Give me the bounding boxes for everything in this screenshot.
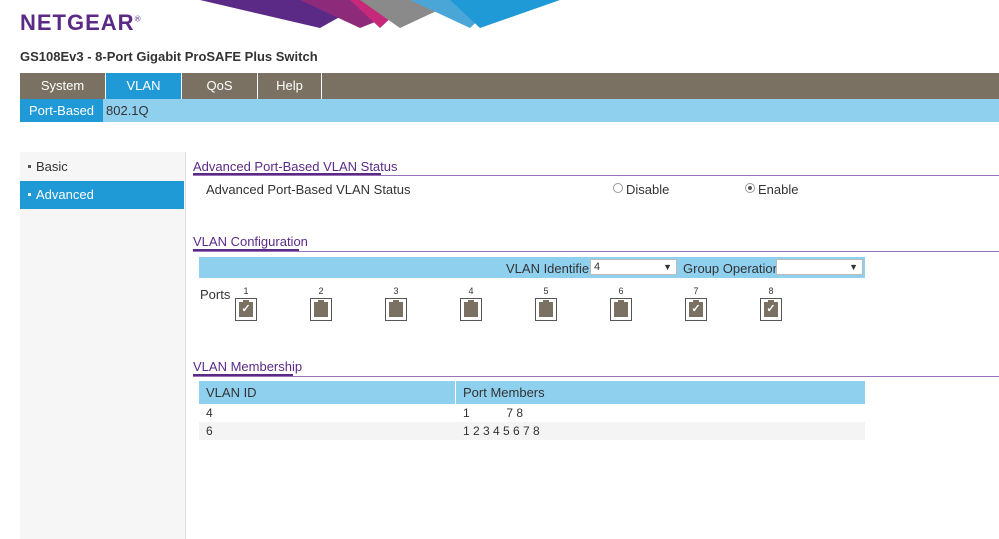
vlan-config-bar: VLAN Identifier 4 ▼ Group Operation ▼ [199, 257, 865, 278]
port-checkbox-5[interactable]: 5 [534, 286, 558, 322]
ethernet-port-icon [535, 298, 557, 321]
ethernet-port-icon [610, 298, 632, 321]
port-checkbox-1[interactable]: 1 ✓ [234, 286, 258, 322]
header-banner-graphic [200, 0, 560, 28]
checkmark-icon: ✓ [691, 303, 701, 315]
group-operation-select[interactable]: ▼ [776, 259, 863, 275]
port-number-label: 7 [693, 286, 699, 296]
vlan-membership-table: VLAN ID Port Members 4 1 7 8 6 1 2 3 4 5… [199, 381, 865, 440]
status-section-title: Advanced Port-Based VLAN Status [193, 159, 398, 174]
port-checkbox-4[interactable]: 4 [459, 286, 483, 322]
port-number-label: 8 [768, 286, 774, 296]
section-divider [193, 175, 999, 176]
subtab-port-based[interactable]: Port-Based [20, 99, 104, 122]
chevron-down-icon: ▼ [849, 262, 858, 272]
port-members-cell: 1 2 3 4 5 6 7 8 [463, 424, 540, 438]
ethernet-port-icon [310, 298, 332, 321]
membership-section-title: VLAN Membership [193, 359, 303, 374]
port-checkbox-2[interactable]: 2 [309, 286, 333, 322]
checkmark-icon: ✓ [766, 303, 776, 315]
port-number-label: 5 [543, 286, 549, 296]
port-fill [464, 300, 478, 317]
product-title: GS108Ev3 - 8-Port Gigabit ProSAFE Plus S… [20, 49, 318, 64]
port-fill: ✓ [764, 300, 778, 317]
tab-help[interactable]: Help [258, 73, 322, 99]
table-row[interactable]: 6 1 2 3 4 5 6 7 8 [199, 422, 865, 440]
checkmark-icon: ✓ [241, 303, 251, 315]
tab-system[interactable]: System [20, 73, 106, 99]
status-row-label: Advanced Port-Based VLAN Status [206, 182, 411, 197]
port-number-label: 6 [618, 286, 624, 296]
chevron-down-icon: ▼ [663, 262, 672, 272]
port-checkbox-8[interactable]: 8 ✓ [759, 286, 783, 322]
ethernet-port-icon: ✓ [760, 298, 782, 321]
sidebar: Basic Advanced [20, 152, 186, 539]
enable-radio[interactable] [745, 183, 755, 193]
vlan-id-cell: 4 [206, 406, 213, 420]
disable-radio[interactable] [613, 183, 623, 193]
sidebar-item-advanced[interactable]: Advanced [20, 181, 184, 209]
bullet-icon [28, 192, 31, 196]
column-separator [455, 381, 456, 404]
ethernet-port-icon [385, 298, 407, 321]
top-navigation: System VLAN QoS Help [20, 73, 999, 99]
subtab-8021q[interactable]: 802.1Q [106, 99, 149, 122]
port-number-label: 4 [468, 286, 474, 296]
ethernet-port-icon: ✓ [685, 298, 707, 321]
tab-vlan[interactable]: VLAN [106, 73, 182, 99]
port-checkbox-3[interactable]: 3 [384, 286, 408, 322]
group-operation-label: Group Operation [683, 261, 780, 276]
port-fill [389, 300, 403, 317]
column-header-vlan-id: VLAN ID [206, 385, 257, 400]
port-fill: ✓ [689, 300, 703, 317]
vlan-id-cell: 6 [206, 424, 213, 438]
section-divider [193, 376, 999, 377]
column-header-port-members: Port Members [463, 385, 545, 400]
bullet-icon [28, 164, 31, 168]
port-number-label: 3 [393, 286, 399, 296]
section-divider [193, 251, 999, 252]
port-members-cell: 1 7 8 [463, 406, 524, 420]
port-fill: ✓ [239, 300, 253, 317]
vlan-identifier-label: VLAN Identifier [506, 261, 594, 276]
ethernet-port-icon: ✓ [235, 298, 257, 321]
netgear-logo: NETGEAR® [20, 10, 142, 35]
port-fill [614, 300, 628, 317]
config-section-title: VLAN Configuration [193, 234, 308, 249]
enable-radio-label: Enable [758, 182, 799, 197]
vlan-identifier-select[interactable]: 4 ▼ [590, 259, 677, 275]
port-checkbox-6[interactable]: 6 [609, 286, 633, 322]
ports-label: Ports [200, 287, 231, 302]
port-fill [314, 300, 328, 317]
tab-qos[interactable]: QoS [182, 73, 258, 99]
sub-navigation: Port-Based 802.1Q [20, 99, 999, 122]
port-number-label: 1 [243, 286, 249, 296]
table-header: VLAN ID Port Members [199, 381, 865, 404]
port-fill [539, 300, 553, 317]
sidebar-item-basic[interactable]: Basic [20, 153, 184, 181]
port-checkbox-7[interactable]: 7 ✓ [684, 286, 708, 322]
ethernet-port-icon [460, 298, 482, 321]
table-row[interactable]: 4 1 7 8 [199, 404, 865, 422]
port-number-label: 2 [318, 286, 324, 296]
disable-radio-label: Disable [626, 182, 670, 197]
